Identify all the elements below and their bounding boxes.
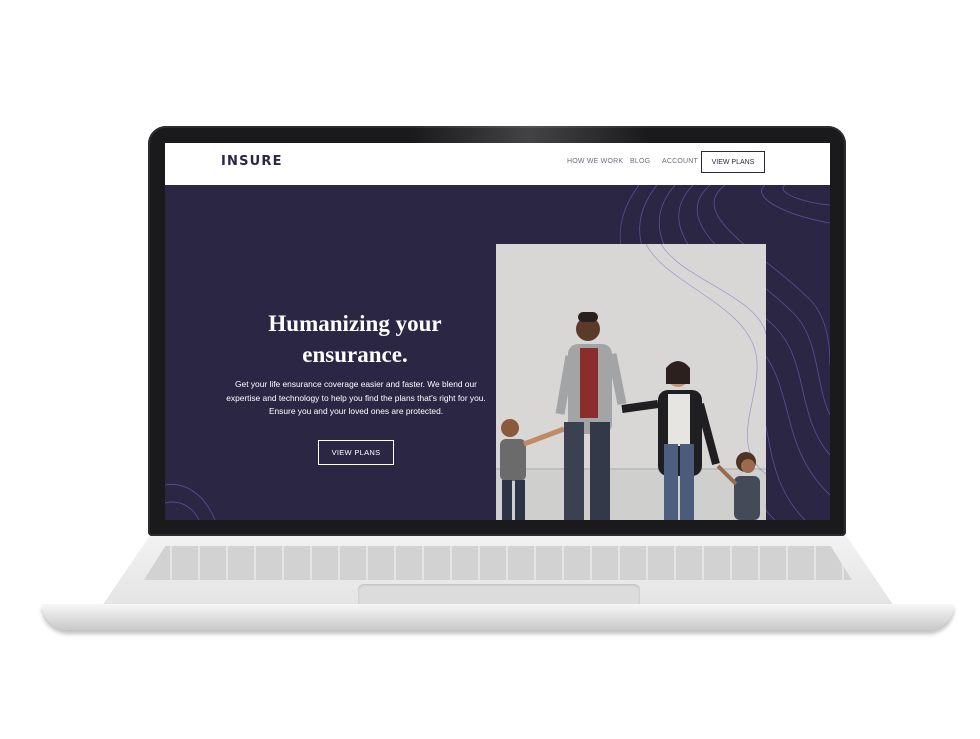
hero-description-line-2: expertise and technology to help you fin…: [226, 392, 486, 403]
nav-account[interactable]: ACCOUNT: [662, 158, 698, 165]
family-photo: [496, 244, 766, 520]
site-header: INSURE HOW WE WORK BLOG ACCOUNT VIEW PLA…: [165, 143, 830, 185]
hero-description: Get your life ensurance coverage easier …: [221, 378, 491, 419]
hero-title-line-2: ensurance.: [302, 342, 408, 367]
hero-view-plans-button[interactable]: VIEW PLANS: [318, 440, 394, 465]
laptop-front-edge: [42, 604, 954, 630]
nav-blog[interactable]: BLOG: [630, 158, 650, 165]
laptop-base: [42, 536, 954, 632]
hero-description-line-1: Get your life ensurance coverage easier …: [235, 379, 477, 389]
hero-description-line-3: Ensure you and your loved ones are prote…: [268, 406, 444, 416]
nav-view-plans-button[interactable]: VIEW PLANS: [701, 151, 765, 173]
hero-title: Humanizing your ensurance.: [245, 308, 465, 370]
keyboard-keys: [144, 546, 852, 580]
family-walking-image: [496, 244, 766, 520]
lid-glare: [410, 126, 650, 144]
nav-how-we-work[interactable]: HOW WE WORK: [567, 158, 623, 165]
hero-title-line-1: Humanizing your: [268, 311, 442, 336]
site-logo[interactable]: INSURE: [221, 154, 283, 169]
website-screen: INSURE HOW WE WORK BLOG ACCOUNT VIEW PLA…: [165, 143, 830, 520]
